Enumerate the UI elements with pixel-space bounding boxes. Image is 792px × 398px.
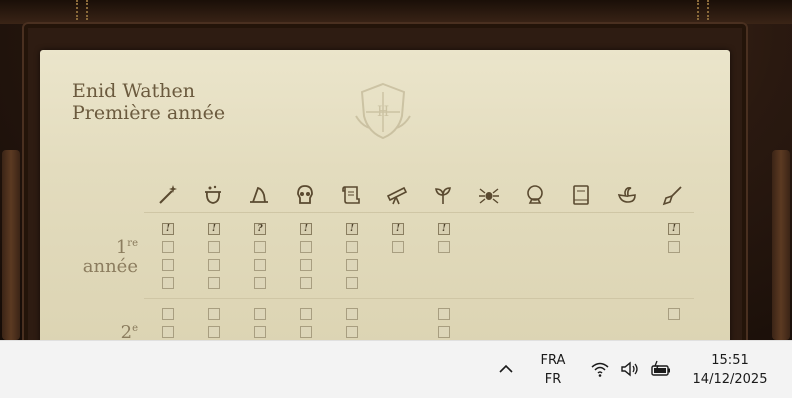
checkbox[interactable] bbox=[300, 308, 312, 320]
clock-date: 14/12/2025 bbox=[692, 372, 768, 387]
checkbox[interactable] bbox=[162, 308, 174, 320]
checkbox[interactable] bbox=[254, 326, 266, 338]
checkbox[interactable] bbox=[162, 241, 174, 253]
checkbox[interactable] bbox=[254, 308, 266, 320]
wifi-icon[interactable] bbox=[590, 360, 610, 378]
bird-icon bbox=[615, 183, 639, 207]
svg-text:H: H bbox=[377, 104, 389, 120]
year-divider bbox=[144, 298, 694, 299]
first-year-word: année bbox=[82, 256, 138, 277]
header-divider bbox=[144, 212, 694, 213]
battery-icon[interactable] bbox=[650, 360, 672, 378]
witch-hat-icon bbox=[247, 183, 271, 207]
hanging-chain-right bbox=[697, 0, 709, 20]
checkbox[interactable] bbox=[162, 259, 174, 271]
checkbox[interactable] bbox=[300, 277, 312, 289]
hanging-chain-left bbox=[76, 0, 88, 20]
student-year: Première année bbox=[72, 102, 226, 124]
checkbox[interactable] bbox=[208, 308, 220, 320]
spider-icon bbox=[477, 183, 501, 207]
alert-mark[interactable]: ! bbox=[300, 223, 312, 235]
checkbox[interactable] bbox=[346, 259, 358, 271]
checkbox[interactable] bbox=[254, 241, 266, 253]
checkbox[interactable] bbox=[208, 259, 220, 271]
broom-icon bbox=[661, 183, 685, 207]
checkbox[interactable] bbox=[208, 241, 220, 253]
alert-mark[interactable]: ! bbox=[392, 223, 404, 235]
report-card: Enid Wathen Première année H 1re année 2… bbox=[40, 50, 730, 350]
alert-mark[interactable]: ! bbox=[208, 223, 220, 235]
checkbox[interactable] bbox=[438, 241, 450, 253]
language-code: FRA bbox=[540, 353, 566, 368]
checkbox[interactable] bbox=[162, 277, 174, 289]
checkbox[interactable] bbox=[346, 241, 358, 253]
keyboard-layout: FR bbox=[544, 372, 562, 387]
question-mark[interactable]: ? bbox=[254, 223, 266, 235]
checkbox[interactable] bbox=[438, 326, 450, 338]
taskbar: FRA FR 15:51 14/12/2025 bbox=[0, 340, 792, 398]
checkbox[interactable] bbox=[208, 326, 220, 338]
student-name: Enid Wathen bbox=[72, 80, 195, 102]
clock-time: 15:51 bbox=[711, 353, 749, 368]
checkbox[interactable] bbox=[392, 241, 404, 253]
scroll-icon bbox=[339, 183, 363, 207]
alert-mark[interactable]: ! bbox=[162, 223, 174, 235]
alert-mark[interactable]: ! bbox=[668, 223, 680, 235]
clock[interactable]: 15:51 14/12/2025 bbox=[684, 351, 776, 389]
checkbox[interactable] bbox=[254, 277, 266, 289]
checkbox[interactable] bbox=[668, 308, 680, 320]
chevron-up-icon[interactable] bbox=[497, 360, 515, 378]
book-icon bbox=[569, 183, 593, 207]
checkbox[interactable] bbox=[668, 241, 680, 253]
alert-mark[interactable]: ! bbox=[346, 223, 358, 235]
volume-icon[interactable] bbox=[620, 360, 640, 378]
crystal-ball-icon bbox=[523, 183, 547, 207]
skull-icon bbox=[293, 183, 317, 207]
checkbox[interactable] bbox=[346, 326, 358, 338]
checkbox[interactable] bbox=[208, 277, 220, 289]
cauldron-icon bbox=[201, 183, 225, 207]
checkbox[interactable] bbox=[300, 326, 312, 338]
right-pillar bbox=[772, 150, 790, 340]
telescope-icon bbox=[385, 183, 409, 207]
plant-icon bbox=[431, 183, 455, 207]
checkbox[interactable] bbox=[346, 277, 358, 289]
alert-mark[interactable]: ! bbox=[438, 223, 450, 235]
checkbox[interactable] bbox=[162, 326, 174, 338]
wand-icon bbox=[155, 183, 179, 207]
left-pillar bbox=[2, 150, 20, 340]
hogwarts-crest-icon: H bbox=[355, 82, 411, 140]
checkbox[interactable] bbox=[346, 308, 358, 320]
top-border bbox=[0, 0, 792, 24]
checkbox[interactable] bbox=[300, 241, 312, 253]
checkbox[interactable] bbox=[438, 308, 450, 320]
language-indicator[interactable]: FRA FR bbox=[535, 351, 571, 389]
checkbox[interactable] bbox=[300, 259, 312, 271]
checkbox[interactable] bbox=[254, 259, 266, 271]
